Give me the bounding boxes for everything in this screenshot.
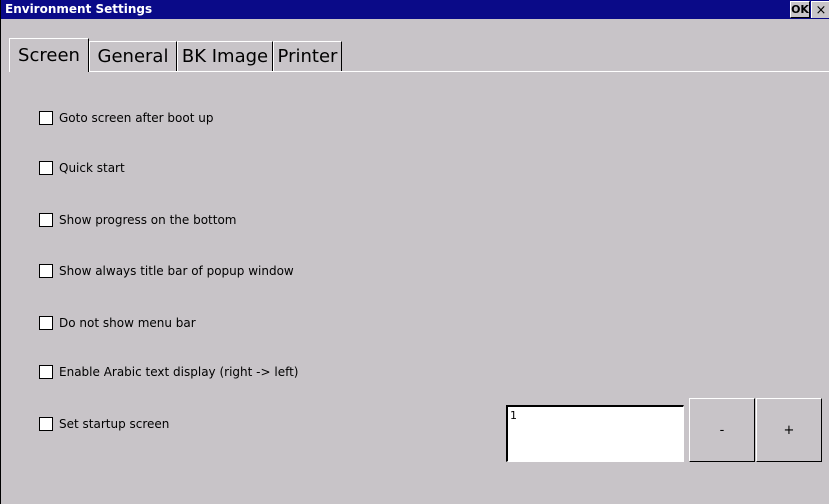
option-label: Quick start xyxy=(59,160,125,175)
option-label: Goto screen after boot up xyxy=(59,110,214,125)
tab-divider xyxy=(9,71,829,72)
option-goto-screen-after-boot[interactable]: Goto screen after boot up xyxy=(39,110,213,125)
show-progress-checkbox[interactable] xyxy=(39,212,53,227)
tab-screen[interactable]: Screen xyxy=(9,38,89,72)
option-label: Enable Arabic text display (right -> lef… xyxy=(59,364,299,379)
set-startup-screen-checkbox[interactable] xyxy=(39,416,53,431)
option-label: Set startup screen xyxy=(59,416,170,431)
tab-general[interactable]: General xyxy=(89,41,177,71)
option-show-progress[interactable]: Show progress on the bottom xyxy=(39,212,236,227)
option-label: Do not show menu bar xyxy=(59,315,196,330)
option-arabic-text[interactable]: Enable Arabic text display (right -> lef… xyxy=(39,364,298,379)
startup-screen-input[interactable]: 1 xyxy=(506,405,684,462)
tab-bk-image[interactable]: BK Image xyxy=(177,41,273,71)
option-set-startup-screen[interactable]: Set startup screen xyxy=(39,416,169,431)
hide-menu-bar-checkbox[interactable] xyxy=(39,315,53,330)
quick-start-checkbox[interactable] xyxy=(39,160,53,175)
close-icon[interactable]: × xyxy=(811,1,829,18)
show-title-bar-checkbox[interactable] xyxy=(39,263,53,278)
environment-settings-window: Environment Settings OK × Screen General… xyxy=(0,0,829,504)
increment-button[interactable]: + xyxy=(756,398,822,462)
option-show-title-bar[interactable]: Show always title bar of popup window xyxy=(39,263,294,278)
ok-button[interactable]: OK xyxy=(790,1,810,18)
arabic-text-checkbox[interactable] xyxy=(39,364,53,379)
option-quick-start[interactable]: Quick start xyxy=(39,160,125,175)
title-bar: Environment Settings OK × xyxy=(1,0,829,19)
window-title: Environment Settings xyxy=(5,2,153,16)
option-hide-menu-bar[interactable]: Do not show menu bar xyxy=(39,315,196,330)
option-label: Show always title bar of popup window xyxy=(59,263,294,278)
goto-screen-checkbox[interactable] xyxy=(39,110,53,125)
decrement-button[interactable]: - xyxy=(689,398,755,462)
option-label: Show progress on the bottom xyxy=(59,212,237,227)
tab-printer[interactable]: Printer xyxy=(273,41,342,71)
